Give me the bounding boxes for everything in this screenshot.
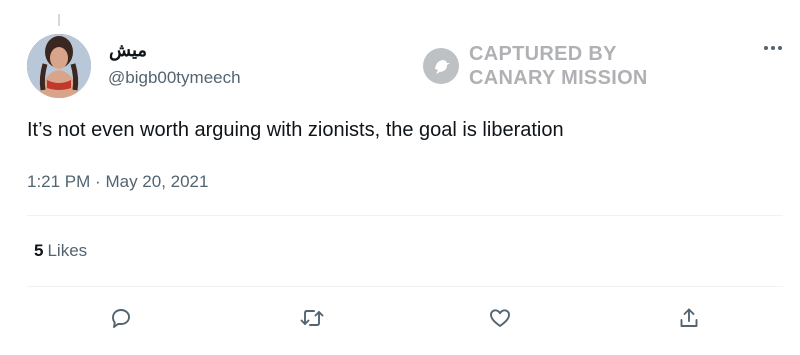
canary-bird-icon: [423, 48, 459, 84]
divider: [27, 215, 783, 216]
avatar[interactable]: [27, 34, 91, 98]
retweet-button[interactable]: [296, 304, 328, 336]
share-button[interactable]: [673, 304, 705, 336]
timestamp[interactable]: 1:21 PM · May 20, 2021: [27, 172, 208, 192]
display-name[interactable]: ميش: [109, 40, 147, 61]
likes-count: 5: [34, 241, 44, 260]
reply-button[interactable]: [105, 304, 137, 336]
share-icon: [677, 306, 701, 335]
divider: [27, 286, 783, 287]
watermark-line-1: CAPTURED BY: [469, 43, 617, 65]
tweet-text: It’s not even worth arguing with zionist…: [27, 119, 564, 141]
likes-link[interactable]: 5 Likes: [34, 241, 87, 261]
watermark: CAPTURED BY CANARY MISSION: [423, 42, 648, 90]
user-handle[interactable]: @bigb00tymeech: [108, 68, 241, 88]
watermark-line-2: CANARY MISSION: [469, 67, 648, 89]
thread-connector-line: [58, 14, 60, 26]
like-icon: [488, 306, 512, 335]
more-options-icon[interactable]: [760, 38, 786, 58]
time-date-separator: ·: [95, 172, 101, 191]
tweet-card: ميش @bigb00tymeech CAPTURED BY CANARY MI…: [0, 0, 800, 355]
like-button[interactable]: [484, 304, 516, 336]
likes-label: Likes: [47, 241, 88, 260]
tweet-time[interactable]: 1:21 PM: [27, 172, 90, 191]
tweet-date[interactable]: May 20, 2021: [105, 172, 208, 191]
reply-icon: [109, 306, 133, 335]
retweet-icon: [299, 306, 325, 335]
